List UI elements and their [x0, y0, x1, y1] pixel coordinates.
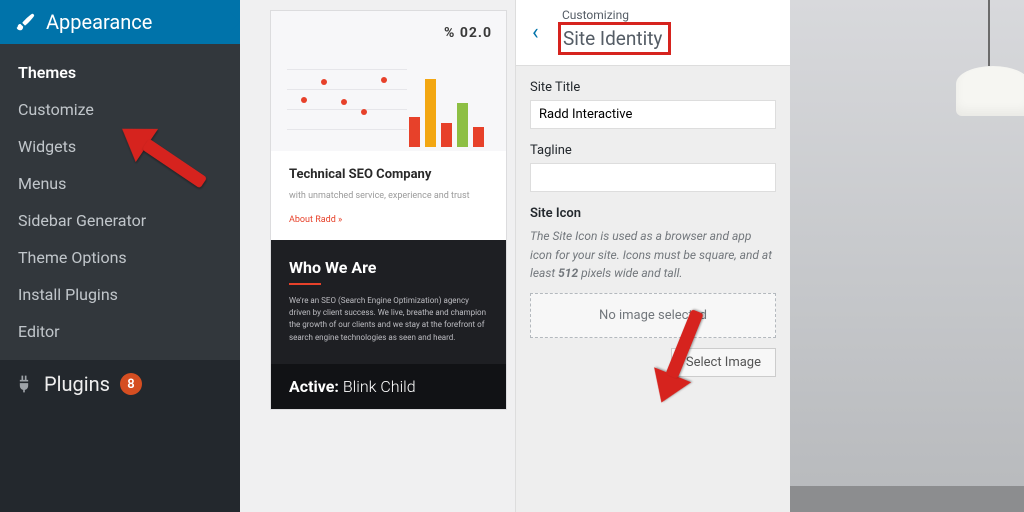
menu-appearance-label: Appearance: [46, 10, 152, 34]
site-icon-desc-bold: 512: [558, 266, 578, 280]
active-theme-bar: Active: Blink Child: [271, 364, 506, 409]
site-icon-dropzone[interactable]: No image selected: [530, 293, 776, 338]
back-button[interactable]: ‹: [524, 16, 547, 49]
customizer-section-title: Site Identity: [563, 27, 662, 50]
site-icon-description: The Site Icon is used as a browser and a…: [530, 227, 776, 283]
screenshot-link: About Radd »: [289, 215, 342, 225]
customizer-panel: ‹ Customizing Site Identity Site Title T…: [515, 0, 790, 512]
submenu-theme-opts[interactable]: Theme Options: [0, 239, 240, 276]
submenu-customize[interactable]: Customize: [0, 91, 240, 128]
site-icon-desc-post: pixels wide and tall.: [578, 266, 682, 280]
site-icon-label: Site Icon: [530, 206, 776, 221]
submenu-sidebar-gen[interactable]: Sidebar Generator: [0, 202, 240, 239]
theme-screenshot-dark: Who We Are We're an SEO (Search Engine O…: [271, 240, 506, 365]
plug-icon: [14, 374, 34, 394]
submenu-install-plugins[interactable]: Install Plugins: [0, 276, 240, 313]
menu-appearance[interactable]: Appearance: [0, 0, 240, 44]
lamp-icon: [944, 66, 1024, 246]
tagline-label: Tagline: [530, 143, 776, 158]
screenshot-chart-icon: [287, 49, 407, 139]
plugins-update-badge: 8: [120, 373, 142, 395]
site-title-label: Site Title: [530, 80, 776, 95]
submenu-themes[interactable]: Themes: [0, 54, 240, 91]
admin-sidebar: Appearance Themes Customize Widgets Menu…: [0, 0, 240, 512]
accent-line-icon: [289, 283, 321, 285]
screenshot-sub: with unmatched service, experience and t…: [289, 190, 488, 204]
screenshot-who-title: Who We Are: [289, 258, 488, 277]
screenshot-bars-icon: [409, 77, 484, 147]
tagline-input[interactable]: [530, 163, 776, 192]
screenshot-who-text: We're an SEO (Search Engine Optimization…: [289, 295, 488, 345]
live-preview-strip: [790, 0, 1024, 512]
appearance-submenu: Themes Customize Widgets Menus Sidebar G…: [0, 44, 240, 360]
customizer-header: ‹ Customizing Site Identity: [516, 0, 790, 66]
select-image-button[interactable]: Select Image: [671, 348, 776, 377]
customizer-body: Site Title Tagline Site Icon The Site Ic…: [516, 66, 790, 391]
theme-preview-column: % 02.0 Technical SEO Company with unmatc…: [240, 0, 515, 512]
active-label: Active:: [289, 377, 339, 396]
submenu-menus[interactable]: Menus: [0, 165, 240, 202]
customizer-crumb: Customizing: [562, 8, 776, 22]
screenshot-pct: % 02.0: [444, 25, 492, 41]
screenshot-title: Technical SEO Company: [289, 167, 488, 182]
brush-icon: [14, 11, 36, 33]
theme-screenshot-top: % 02.0: [271, 11, 506, 151]
annotation-highlight-box: Site Identity: [558, 22, 671, 55]
active-theme-name: Blink Child: [343, 377, 416, 396]
submenu-editor[interactable]: Editor: [0, 313, 240, 350]
site-title-input[interactable]: [530, 100, 776, 129]
menu-plugins[interactable]: Plugins 8: [0, 360, 240, 408]
menu-plugins-label: Plugins: [44, 372, 110, 396]
theme-card[interactable]: % 02.0 Technical SEO Company with unmatc…: [270, 10, 507, 410]
submenu-widgets[interactable]: Widgets: [0, 128, 240, 165]
theme-screenshot-mid: Technical SEO Company with unmatched ser…: [271, 151, 506, 240]
